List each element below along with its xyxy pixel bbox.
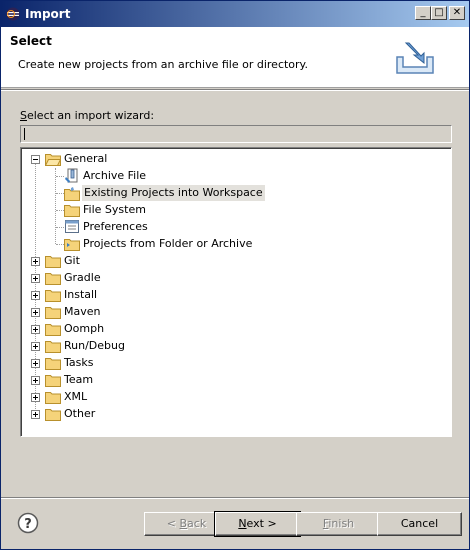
tree-item-maven[interactable]: Maven — [21, 304, 221, 320]
cancel-button[interactable]: Cancel — [377, 512, 462, 536]
wizard-label: Select an import wizard: — [20, 109, 154, 122]
close-button[interactable]: ✕ — [449, 6, 465, 20]
wizard-header: Select Create new projects from an archi… — [1, 27, 469, 88]
folder-icon — [45, 375, 61, 387]
tree-item-run-debug[interactable]: Run/Debug — [21, 338, 221, 354]
expand-icon[interactable] — [31, 342, 40, 351]
tree-item-label: XML — [64, 390, 88, 403]
tree-item-label: General — [64, 152, 108, 165]
tree-item-label: Other — [64, 407, 96, 420]
tree-item-projects-from-folder[interactable]: Projects from Folder or Archive — [21, 236, 281, 252]
import-dialog: Import _ □ ✕ Select Create new projects … — [0, 0, 470, 550]
expand-icon[interactable] — [31, 308, 40, 317]
back-label-post: ack — [187, 517, 207, 530]
eclipse-icon — [6, 7, 20, 21]
expand-icon[interactable] — [31, 274, 40, 283]
tree-item-label-selected: Existing Projects into Workspace — [82, 185, 265, 201]
tree-item-label: Tasks — [64, 356, 94, 369]
archive-file-icon — [65, 168, 78, 183]
tree-item-oomph[interactable]: Oomph — [21, 321, 221, 337]
wizard-tree[interactable]: General Archive File Existing Projects i… — [20, 147, 452, 437]
tree-item-gradle[interactable]: Gradle — [21, 270, 221, 286]
tree-item-git[interactable]: Git — [21, 253, 221, 269]
expand-icon[interactable] — [31, 393, 40, 402]
next-button[interactable]: Next > — [214, 511, 301, 537]
tree-item-preferences[interactable]: Preferences — [21, 219, 281, 235]
tree-item-install[interactable]: Install — [21, 287, 221, 303]
tree-item-existing-projects[interactable]: Existing Projects into Workspace — [21, 185, 281, 201]
tree-item-label: Maven — [64, 305, 101, 318]
tree-item-general[interactable]: General — [21, 151, 281, 167]
folder-icon — [45, 307, 61, 319]
tree-item-xml[interactable]: XML — [21, 389, 221, 405]
svg-text:?: ? — [24, 517, 32, 532]
expand-icon[interactable] — [31, 291, 40, 300]
folder-icon — [45, 341, 61, 353]
wizard-filter-input[interactable] — [20, 125, 452, 143]
title-bar[interactable]: Import _ □ ✕ — [1, 1, 469, 27]
help-icon[interactable]: ? — [17, 512, 39, 534]
tree-item-label: File System — [83, 203, 146, 216]
project-folder-icon — [64, 187, 80, 201]
tree-item-other[interactable]: Other — [21, 406, 221, 422]
window-title: Import — [25, 7, 71, 21]
collapse-icon[interactable] — [31, 155, 40, 164]
tree-item-label: Projects from Folder or Archive — [83, 237, 253, 250]
tree-item-team[interactable]: Team — [21, 372, 221, 388]
tree-item-label: Install — [64, 288, 98, 301]
folder-icon — [45, 324, 61, 336]
back-label-pre: < — [166, 517, 180, 530]
back-label-mnemonic: B — [179, 517, 188, 530]
expand-icon[interactable] — [31, 410, 40, 419]
tree-item-file-system[interactable]: File System — [21, 202, 281, 218]
folder-import-icon — [64, 239, 80, 251]
finish-label-post: inish — [328, 517, 355, 530]
expand-icon[interactable] — [31, 359, 40, 368]
folder-icon — [64, 205, 80, 217]
folder-icon — [45, 256, 61, 268]
preferences-icon — [65, 220, 79, 233]
header-separator — [1, 89, 469, 91]
expand-icon[interactable] — [31, 257, 40, 266]
folder-open-icon — [45, 154, 61, 166]
folder-icon — [45, 273, 61, 285]
folder-icon — [45, 358, 61, 370]
text-caret — [24, 128, 25, 140]
tree-item-tasks[interactable]: Tasks — [21, 355, 221, 371]
tree-item-label: Git — [64, 254, 80, 267]
expand-icon[interactable] — [31, 325, 40, 334]
wizard-label-mnemonic: S — [20, 109, 27, 122]
tree-item-label: Archive File — [83, 169, 147, 182]
tree-item-label: Preferences — [83, 220, 148, 233]
expand-icon[interactable] — [31, 376, 40, 385]
maximize-button[interactable]: □ — [431, 6, 447, 20]
import-wizard-icon — [396, 42, 434, 74]
folder-icon — [45, 290, 61, 302]
button-bar-separator — [1, 497, 469, 499]
tree-item-label: Run/Debug — [64, 339, 125, 352]
next-label-post: ext > — [246, 517, 277, 530]
wizard-label-text: elect an import wizard: — [26, 109, 155, 122]
folder-icon — [45, 409, 61, 421]
page-description: Create new projects from an archive file… — [18, 58, 308, 71]
tree-item-label: Oomph — [64, 322, 105, 335]
folder-icon — [45, 392, 61, 404]
tree-item-label: Team — [64, 373, 94, 386]
page-title: Select — [10, 34, 52, 48]
finish-button[interactable]: Finish — [296, 512, 381, 536]
tree-item-archive-file[interactable]: Archive File — [21, 168, 281, 184]
next-label-mnemonic: N — [238, 517, 247, 530]
tree-item-label: Gradle — [64, 271, 101, 284]
minimize-button[interactable]: _ — [415, 6, 431, 20]
